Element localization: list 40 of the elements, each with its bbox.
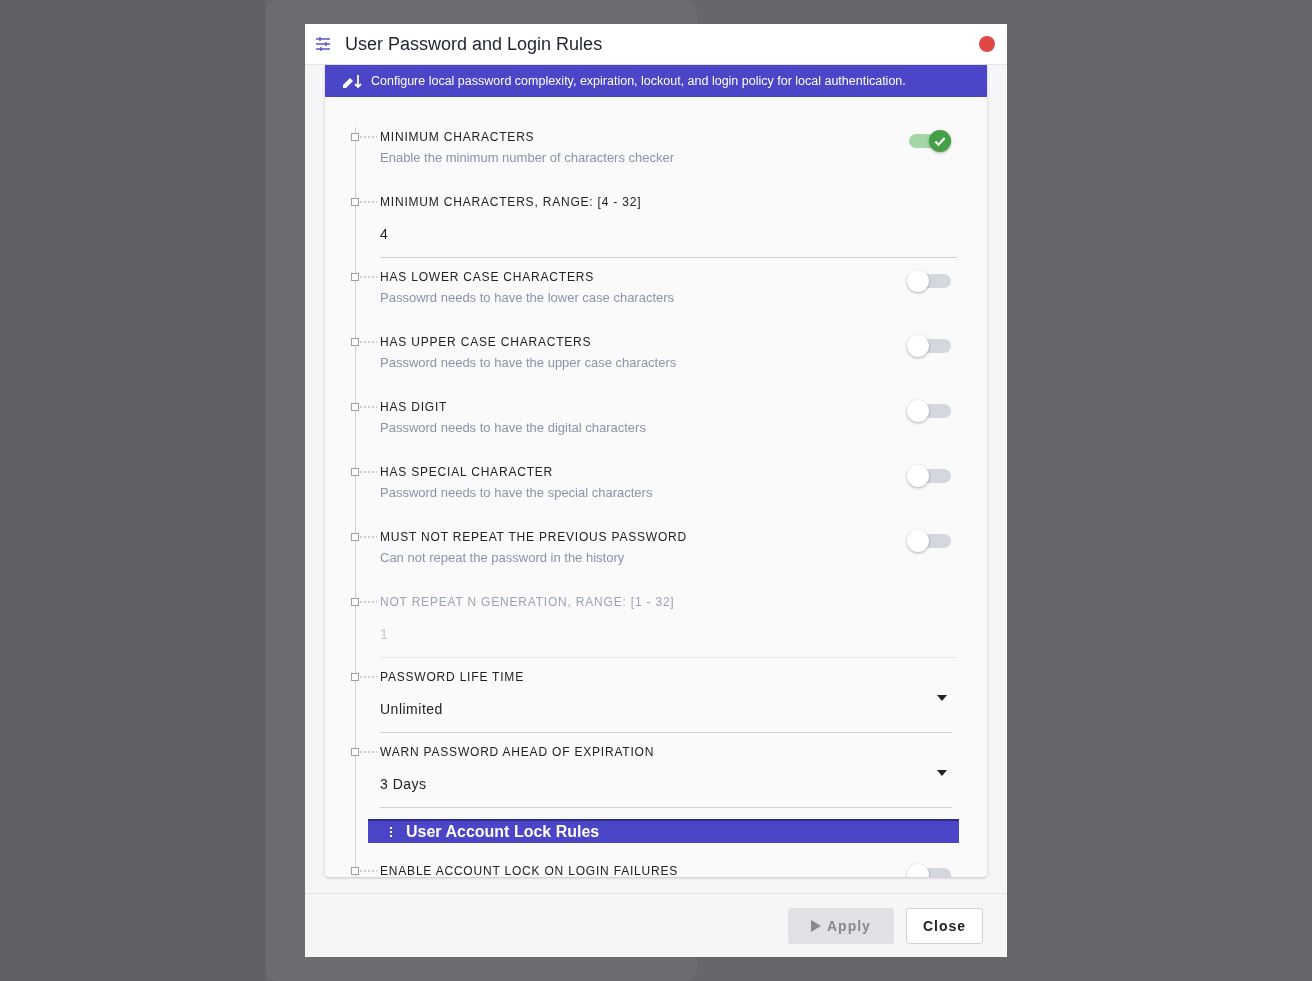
timeline-node	[351, 468, 377, 476]
setting-description: Password needs to have the digital characters	[380, 420, 647, 435]
setting-label: HAS UPPER CASE CHARACTERS	[380, 334, 593, 350]
pen-arrow-icon	[341, 73, 363, 89]
select-field[interactable]: 3 Days	[380, 774, 952, 808]
setting-label: MUST NOT REPEAT THE PREVIOUS PASSWORD	[380, 529, 688, 545]
timeline-node	[351, 273, 377, 281]
setting-label: PASSWORD LIFE TIME	[380, 669, 525, 685]
setting-description: Password needs to have the special characters	[380, 485, 654, 500]
setting-label: ENABLE ACCOUNT LOCK ON LOGIN FAILURES	[380, 863, 680, 877]
close-button[interactable]	[979, 36, 995, 52]
close-text-button[interactable]: Close	[905, 907, 983, 944]
timeline-node	[351, 338, 377, 346]
setting-label: NOT REPEAT N GENERATION, RANGE: [1 - 32]	[380, 594, 676, 610]
setting-description: Password needs to have the upper case characters	[380, 355, 678, 370]
play-icon	[811, 919, 821, 932]
banner-text: Configure local password complexity, expiration, lockout, and login policy for local authentication.	[371, 74, 906, 88]
setting-description: Passowrd needs to have the lower case characters	[380, 290, 676, 305]
timeline-node	[351, 533, 377, 541]
setting-label: HAS LOWER CASE CHARACTERS	[380, 269, 596, 285]
setting-label: HAS DIGIT	[380, 399, 449, 415]
setting-description: Can not repeat the password in the history	[380, 550, 626, 565]
timeline-node	[351, 748, 377, 756]
select-field[interactable]: Unlimited	[380, 699, 952, 733]
setting-label: HAS SPECIAL CHARACTER	[380, 464, 555, 480]
dialog-title: User Password and Login Rules	[345, 33, 604, 55]
timeline-node	[351, 598, 377, 606]
setting-label: MINIMUM CHARACTERS, RANGE: [4 - 32]	[380, 194, 643, 210]
caret-icon	[937, 695, 947, 701]
timeline-node	[351, 133, 377, 141]
setting-description: Enable the minimum number of characters checker	[380, 150, 676, 165]
sliders-icon	[315, 36, 331, 52]
section-title: User Account Lock Rules	[406, 823, 600, 841]
setting-label: MINIMUM CHARACTERS	[380, 129, 536, 145]
number-field[interactable]: 4	[380, 224, 957, 258]
setting-label: WARN PASSWORD AHEAD OF EXPIRATION	[380, 744, 656, 760]
caret-icon	[937, 770, 947, 776]
timeline-node	[351, 403, 377, 411]
timeline-node	[351, 673, 377, 681]
timeline-node	[351, 198, 377, 206]
